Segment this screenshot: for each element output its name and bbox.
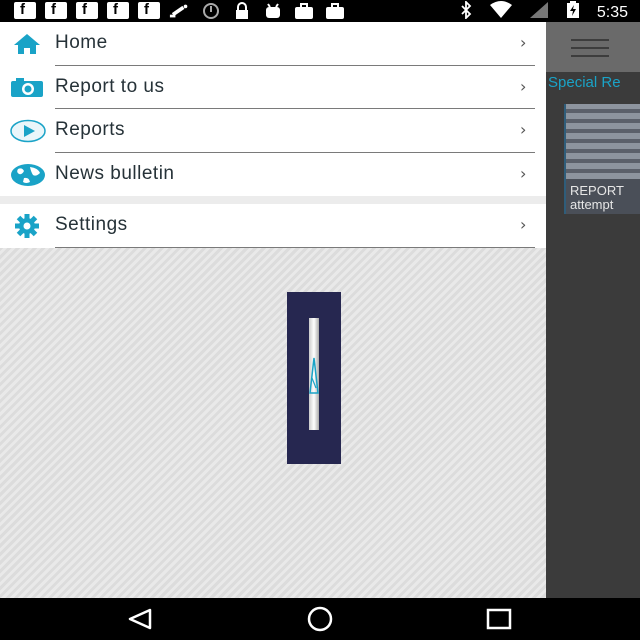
lock-icon (231, 1, 253, 19)
menu-item-home[interactable]: Home › (0, 22, 546, 66)
system-nav-bar (0, 598, 640, 640)
wifi-icon (489, 1, 513, 24)
facebook-icon (45, 1, 67, 19)
facebook-icon (138, 1, 160, 19)
report-card-line1: REPORT (570, 183, 624, 198)
circle-icon (200, 2, 222, 19)
navigation-drawer: Home › Report to us › Reports › News bul… (0, 22, 546, 598)
signal-icon (529, 1, 549, 24)
facebook-icon (76, 1, 98, 19)
section-gap (0, 196, 546, 204)
divider (55, 246, 535, 248)
play-icon (10, 119, 46, 143)
menu-item-label: News bulletin (55, 162, 175, 184)
menu-item-label: Settings (55, 214, 128, 235)
main-menu: Home › Report to us › Reports › News bul… (0, 22, 546, 196)
briefcase-icon (293, 2, 315, 19)
report-card-line2: attempt (570, 197, 614, 212)
home-button[interactable] (304, 606, 336, 632)
chevron-right-icon: › (520, 33, 527, 52)
chevron-right-icon: › (520, 163, 527, 183)
briefcase-icon (324, 2, 346, 19)
facebook-icon (107, 1, 129, 19)
menu-item-reports[interactable]: Reports › (0, 109, 546, 153)
section-title: Special Re (548, 74, 621, 91)
back-button[interactable] (126, 608, 154, 630)
bluetooth-icon (459, 0, 473, 24)
battery-icon (565, 1, 581, 24)
camera-icon (10, 76, 44, 100)
menu-item-report-to-us[interactable]: Report to us › (0, 65, 546, 109)
report-thumbnail (566, 104, 640, 179)
gear-icon (10, 214, 44, 238)
home-icon (10, 32, 44, 56)
menu-item-label: Reports (55, 119, 126, 140)
android-icon (262, 2, 284, 19)
chevron-right-icon: › (520, 120, 527, 139)
menu-icon[interactable] (571, 39, 609, 63)
recents-button[interactable] (486, 608, 514, 630)
report-card[interactable]: REPORT attempt (564, 104, 640, 214)
system-icons: 5:35 (459, 0, 628, 24)
menu-item-settings[interactable]: Settings › (0, 204, 546, 248)
report-card-caption: REPORT attempt (570, 184, 624, 212)
background-app: Special Re REPORT attempt (546, 22, 640, 598)
globe-icon (10, 163, 45, 187)
logo-emblem (309, 318, 319, 430)
app-logo (287, 292, 341, 464)
facebook-icon (14, 1, 36, 19)
chevron-right-icon: › (520, 215, 527, 234)
settings-menu: Settings › (0, 204, 546, 248)
notification-icons (14, 1, 346, 19)
chevron-right-icon: › (520, 76, 527, 96)
app-toolbar (546, 22, 640, 72)
menu-item-label: Report to us (55, 75, 165, 97)
status-bar: 5:35 (0, 0, 640, 22)
menu-item-news-bulletin[interactable]: News bulletin › (0, 152, 546, 196)
clock: 5:35 (596, 3, 628, 21)
satellite-icon (169, 2, 191, 19)
menu-item-label: Home (55, 32, 108, 53)
